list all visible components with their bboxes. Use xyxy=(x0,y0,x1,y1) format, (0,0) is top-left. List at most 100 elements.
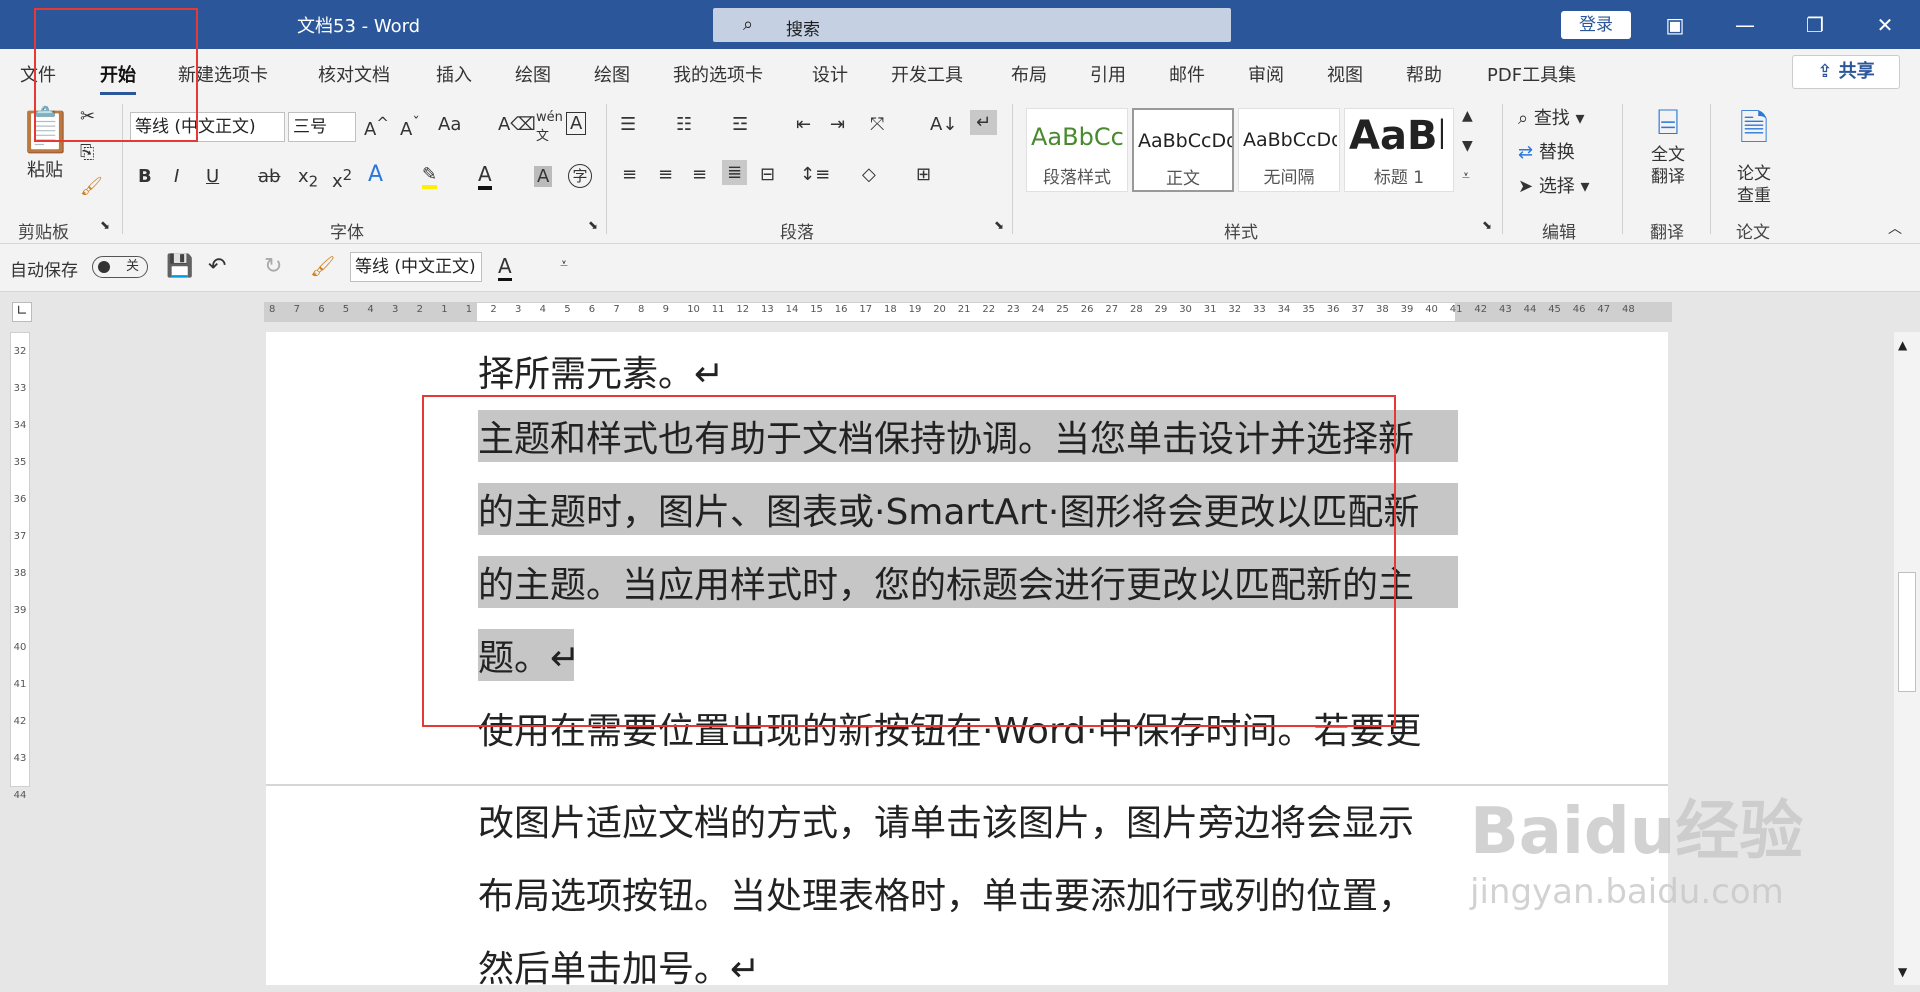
restore-icon[interactable]: ❐ xyxy=(1795,10,1835,40)
tab-draw-1[interactable]: 绘图 xyxy=(515,61,551,87)
tab-references[interactable]: 引用 xyxy=(1090,61,1126,87)
paper-check-button[interactable]: 🗎 论文 查重 xyxy=(1726,102,1782,207)
ruler-tick-label: 36 xyxy=(13,494,27,505)
highlight-icon[interactable]: ✎ xyxy=(422,164,438,189)
numbering-icon[interactable]: ☷ xyxy=(676,114,692,135)
superscript-icon[interactable]: x2 xyxy=(332,166,352,192)
styles-dialog-launcher-icon[interactable]: ⬊ xyxy=(1482,218,1492,232)
multilevel-list-icon[interactable]: ☲ xyxy=(732,114,748,135)
tab-my-tab[interactable]: 我的选项卡 xyxy=(673,61,763,87)
ruler-tick-label: 5 xyxy=(564,304,571,315)
shading-icon[interactable]: ◇ xyxy=(862,164,876,185)
align-right-icon[interactable]: ≡ xyxy=(692,164,707,185)
tab-pdf-tools[interactable]: PDF工具集 xyxy=(1487,61,1576,87)
close-icon[interactable]: ✕ xyxy=(1865,10,1905,40)
tab-stop-selector-icon[interactable]: ∟ xyxy=(12,302,32,322)
enclose-char-icon[interactable]: 字 xyxy=(568,164,592,188)
char-border-icon[interactable]: A xyxy=(566,112,587,135)
copy-icon[interactable]: ⎘ xyxy=(80,142,94,163)
scroll-thumb[interactable] xyxy=(1898,572,1916,692)
italic-icon[interactable]: I xyxy=(174,166,179,187)
align-center-icon[interactable]: ≡ xyxy=(658,164,673,185)
share-label: 共享 xyxy=(1838,61,1875,82)
redo-icon[interactable]: ↻ xyxy=(264,254,282,279)
decrease-indent-icon[interactable]: ⇤ xyxy=(796,114,811,135)
minimize-icon[interactable]: — xyxy=(1725,10,1765,40)
horizontal-ruler[interactable]: 8 7 6 5 4 3 2 1 1 2 3 4 5 6 7 8 9 10 11 12 13 14 15 16 17 18 19 20 2… xyxy=(264,302,1672,322)
ruler-tick-label: 40 xyxy=(1425,304,1438,315)
borders-icon[interactable]: ⊞ xyxy=(916,164,931,185)
vertical-scrollbar[interactable]: ▲ ▼ xyxy=(1894,332,1920,985)
ribbon-display-icon[interactable]: ▣ xyxy=(1655,10,1695,40)
phonetic-guide-icon[interactable]: wén 文 xyxy=(536,110,563,144)
grow-font-icon[interactable]: A^ xyxy=(364,114,389,140)
text-effects-icon[interactable]: A xyxy=(368,162,383,187)
search-box[interactable]: ⌕ 搜索 xyxy=(713,8,1231,42)
show-marks-icon[interactable]: ↵ xyxy=(970,110,998,135)
line-spacing-icon[interactable]: ↕≡ xyxy=(800,164,830,185)
format-painter-icon[interactable]: 🖌 xyxy=(80,176,103,197)
replace-button[interactable]: ⇄ 替换 xyxy=(1518,138,1575,164)
underline-icon[interactable]: U xyxy=(206,166,219,187)
tab-developer[interactable]: 开发工具 xyxy=(891,61,963,87)
styles-scroll-up-icon[interactable]: ▲ xyxy=(1462,108,1473,124)
bullets-icon[interactable]: ☰ xyxy=(620,114,636,135)
select-button[interactable]: ➤ 选择 ▾ xyxy=(1518,172,1590,198)
vertical-ruler[interactable]: 32 33 34 35 36 37 38 39 40 41 42 43 44 xyxy=(10,332,30,801)
style-item-selected[interactable]: AaBbCcDd 正文 xyxy=(1132,108,1234,192)
format-painter-qat-icon[interactable]: 🖌 xyxy=(310,254,335,278)
styles-more-icon[interactable]: ⩡ xyxy=(1462,168,1470,184)
subscript-icon[interactable]: x2 xyxy=(298,166,318,191)
tab-draw-2[interactable]: 绘图 xyxy=(594,61,630,87)
save-icon[interactable]: 💾 xyxy=(166,254,193,279)
font-size-combo[interactable]: 三号 xyxy=(288,112,356,142)
paragraph-dialog-launcher-icon[interactable]: ⬊ xyxy=(994,218,1004,232)
styles-scroll-down-icon[interactable]: ▼ xyxy=(1462,138,1473,154)
font-dialog-launcher-icon[interactable]: ⬊ xyxy=(588,218,598,232)
shrink-font-icon[interactable]: Aˇ xyxy=(400,114,420,140)
qat-font-combo[interactable]: 等线 (中文正文) xyxy=(350,252,482,282)
tab-insert[interactable]: 插入 xyxy=(436,61,472,87)
doc-line[interactable]: 改图片适应文档的方式，请单击该图片，图片旁边将会显示 xyxy=(478,794,1414,846)
login-button[interactable]: 登录 xyxy=(1561,11,1631,39)
font-color-icon[interactable]: A xyxy=(478,162,492,190)
ruler-tick-label: 2 xyxy=(416,304,423,315)
find-button[interactable]: ⌕ 查找 ▾ xyxy=(1518,104,1585,130)
tab-help[interactable]: 帮助 xyxy=(1406,61,1442,87)
scroll-down-icon[interactable]: ▼ xyxy=(1898,965,1907,979)
bold-icon[interactable]: B xyxy=(138,166,152,187)
strikethrough-icon[interactable]: ab xyxy=(258,166,280,187)
undo-icon[interactable]: ↶ xyxy=(208,254,226,279)
share-button[interactable]: ⇪ 共享 xyxy=(1792,55,1900,89)
doc-line[interactable]: 然后单击加号。↵ xyxy=(478,940,760,992)
sort-icon[interactable]: A↓ xyxy=(930,114,957,135)
char-shading-icon[interactable]: A xyxy=(534,166,553,187)
tab-layout[interactable]: 布局 xyxy=(1011,61,1047,87)
justify-icon[interactable]: ≣ xyxy=(722,160,748,185)
collapse-ribbon-icon[interactable]: ︿ xyxy=(1888,218,1902,238)
change-case-icon[interactable]: Aa xyxy=(438,114,461,135)
doc-line[interactable]: 择所需元素。↵ xyxy=(478,345,724,397)
doc-line[interactable]: 布局选项按钮。当处理表格时，单击要添加行或列的位置， xyxy=(478,867,1414,919)
paragraph-group-label: 段落 xyxy=(780,223,814,243)
style-item[interactable]: AaBbCcDd 无间隔 xyxy=(1238,108,1340,192)
tab-review[interactable]: 审阅 xyxy=(1248,61,1284,87)
chinese-layout-icon[interactable]: ⤧ xyxy=(870,114,884,135)
full-translate-button[interactable]: ⌸ 全文 翻译 xyxy=(1640,102,1696,188)
customize-qat-icon[interactable]: ⩡ xyxy=(560,256,568,272)
increase-indent-icon[interactable]: ⇥ xyxy=(830,114,845,135)
tab-view[interactable]: 视图 xyxy=(1327,61,1363,87)
style-item[interactable]: AaBbCc 段落样式 xyxy=(1026,108,1128,192)
style-preview: AaBb xyxy=(1349,113,1443,159)
dialog-launcher-icon[interactable]: ⬊ xyxy=(100,218,110,232)
tab-mailings[interactable]: 邮件 xyxy=(1169,61,1205,87)
clear-format-icon[interactable]: A⌫ xyxy=(498,114,536,135)
align-left-icon[interactable]: ≡ xyxy=(622,164,637,185)
qat-font-color-icon[interactable]: A xyxy=(498,254,512,281)
autosave-toggle[interactable]: 关 xyxy=(92,256,148,278)
scroll-up-icon[interactable]: ▲ xyxy=(1898,338,1907,352)
tab-review-doc[interactable]: 核对文档 xyxy=(318,61,390,87)
distributed-icon[interactable]: ⊟ xyxy=(760,164,775,185)
tab-design[interactable]: 设计 xyxy=(812,61,848,87)
style-item[interactable]: AaBb 标题 1 xyxy=(1344,108,1454,192)
